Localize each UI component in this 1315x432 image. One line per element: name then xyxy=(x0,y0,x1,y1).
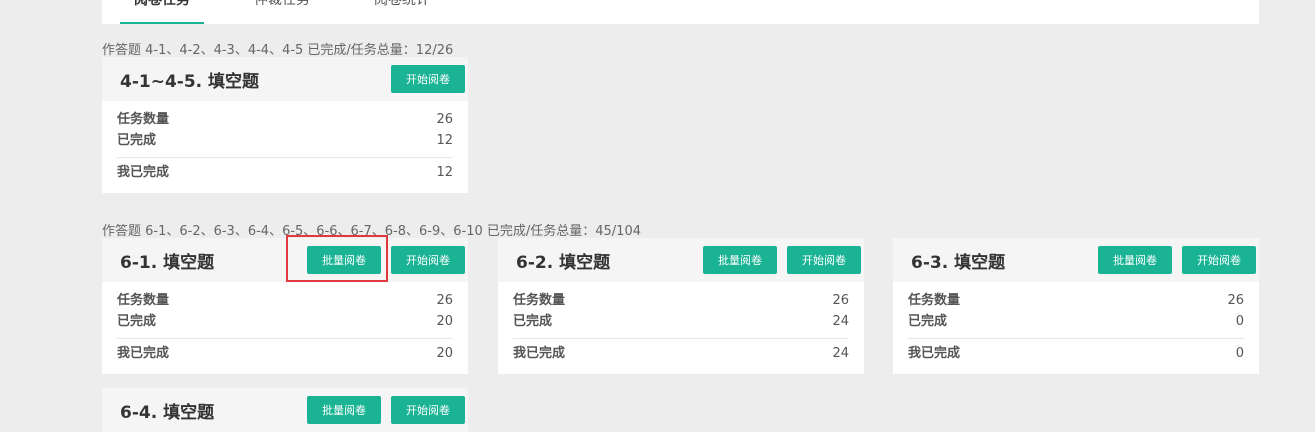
my-completed-row: 我已完成 20 xyxy=(117,343,453,364)
tab-label: 阅卷任务 xyxy=(134,0,190,8)
task-count-row: 任务数量 26 xyxy=(908,290,1244,311)
card-header: 6-4. 填空题 批量阅卷 开始阅卷 xyxy=(102,388,468,432)
tab-label: 阅卷统计 xyxy=(374,0,430,8)
start-marking-button[interactable]: 开始阅卷 xyxy=(1182,246,1256,274)
batch-marking-button[interactable]: 批量阅卷 xyxy=(307,246,381,274)
group-label-4: 作答题 4-1、4-2、4-3、4-4、4-5 已完成/任务总量：12/26 xyxy=(102,43,454,58)
batch-marking-button[interactable]: 批量阅卷 xyxy=(703,246,777,274)
completed-value: 0 xyxy=(1235,314,1244,329)
my-completed-value: 24 xyxy=(832,346,849,361)
start-marking-button[interactable]: 开始阅卷 xyxy=(391,246,465,274)
card-body: 任务数量 26 已完成 20 我已完成 20 xyxy=(102,282,468,374)
my-completed-value: 12 xyxy=(436,165,453,180)
my-completed-row: 我已完成 24 xyxy=(513,343,849,364)
card-header: 6-3. 填空题 批量阅卷 开始阅卷 xyxy=(893,238,1259,282)
completed-label: 已完成 xyxy=(513,314,553,329)
completed-label: 已完成 xyxy=(117,314,157,329)
start-marking-button[interactable]: 开始阅卷 xyxy=(391,65,465,93)
tab-arbitration-tasks[interactable]: 仲裁任务 xyxy=(254,0,310,24)
completed-row: 已完成 24 xyxy=(513,311,849,332)
my-completed-label: 我已完成 xyxy=(117,346,170,361)
task-count-value: 26 xyxy=(832,293,849,308)
my-completed-value: 0 xyxy=(1235,346,1244,361)
task-card-6-4: 6-4. 填空题 批量阅卷 开始阅卷 xyxy=(102,388,468,432)
completed-value: 12 xyxy=(436,133,453,148)
tab-label: 仲裁任务 xyxy=(254,0,310,8)
task-count-value: 26 xyxy=(1227,293,1244,308)
tab-marking-statistics[interactable]: 阅卷统计 xyxy=(374,0,430,24)
task-tabs-bar: 阅卷任务 仲裁任务 阅卷统计 xyxy=(102,0,1259,24)
my-completed-label: 我已完成 xyxy=(908,346,961,361)
task-count-row: 任务数量 26 xyxy=(117,109,453,130)
completed-row: 已完成 12 xyxy=(117,130,453,151)
card-body: 任务数量 26 已完成 0 我已完成 0 xyxy=(893,282,1259,374)
task-card-4-1-4-5: 4-1~4-5. 填空题 开始阅卷 任务数量 26 已完成 12 我已完成 12 xyxy=(102,57,468,193)
card-title: 6-1. 填空题 xyxy=(120,253,215,273)
batch-marking-button[interactable]: 批量阅卷 xyxy=(1098,246,1172,274)
card-title: 4-1~4-5. 填空题 xyxy=(120,72,260,92)
card-body: 任务数量 26 已完成 24 我已完成 24 xyxy=(498,282,864,374)
card-header: 6-1. 填空题 批量阅卷 开始阅卷 xyxy=(102,238,468,282)
completed-row: 已完成 0 xyxy=(908,311,1244,332)
divider xyxy=(908,338,1244,339)
start-marking-button[interactable]: 开始阅卷 xyxy=(787,246,861,274)
completed-label: 已完成 xyxy=(908,314,948,329)
task-count-label: 任务数量 xyxy=(117,293,170,308)
task-count-value: 26 xyxy=(436,293,453,308)
card-body: 任务数量 26 已完成 12 我已完成 12 xyxy=(102,101,468,193)
my-completed-row: 我已完成 0 xyxy=(908,343,1244,364)
divider xyxy=(117,338,453,339)
batch-marking-button[interactable]: 批量阅卷 xyxy=(307,396,381,424)
completed-value: 24 xyxy=(832,314,849,329)
card-header: 4-1~4-5. 填空题 开始阅卷 xyxy=(102,57,468,101)
group-label-6: 作答题 6-1、6-2、6-3、6-4、6-5、6-6、6-7、6-8、6-9、… xyxy=(102,224,641,239)
task-card-6-1: 6-1. 填空题 批量阅卷 开始阅卷 任务数量 26 已完成 20 我已完成 2… xyxy=(102,238,468,374)
completed-label: 已完成 xyxy=(117,133,157,148)
task-count-row: 任务数量 26 xyxy=(117,290,453,311)
tab-marking-tasks[interactable]: 阅卷任务 xyxy=(120,0,204,24)
my-completed-row: 我已完成 12 xyxy=(117,162,453,183)
task-count-label: 任务数量 xyxy=(513,293,566,308)
divider xyxy=(513,338,849,339)
my-completed-value: 20 xyxy=(436,346,453,361)
completed-row: 已完成 20 xyxy=(117,311,453,332)
task-card-6-2: 6-2. 填空题 批量阅卷 开始阅卷 任务数量 26 已完成 24 我已完成 2… xyxy=(498,238,864,374)
task-count-value: 26 xyxy=(436,112,453,127)
divider xyxy=(117,157,453,158)
task-count-row: 任务数量 26 xyxy=(513,290,849,311)
task-count-label: 任务数量 xyxy=(117,112,170,127)
task-card-6-3: 6-3. 填空题 批量阅卷 开始阅卷 任务数量 26 已完成 0 我已完成 0 xyxy=(893,238,1259,374)
active-tab-indicator xyxy=(120,22,204,24)
start-marking-button[interactable]: 开始阅卷 xyxy=(391,396,465,424)
my-completed-label: 我已完成 xyxy=(513,346,566,361)
card-title: 6-2. 填空题 xyxy=(516,253,611,273)
card-header: 6-2. 填空题 批量阅卷 开始阅卷 xyxy=(498,238,864,282)
task-count-label: 任务数量 xyxy=(908,293,961,308)
card-title: 6-4. 填空题 xyxy=(120,403,215,423)
completed-value: 20 xyxy=(436,314,453,329)
card-title: 6-3. 填空题 xyxy=(911,253,1006,273)
my-completed-label: 我已完成 xyxy=(117,165,170,180)
